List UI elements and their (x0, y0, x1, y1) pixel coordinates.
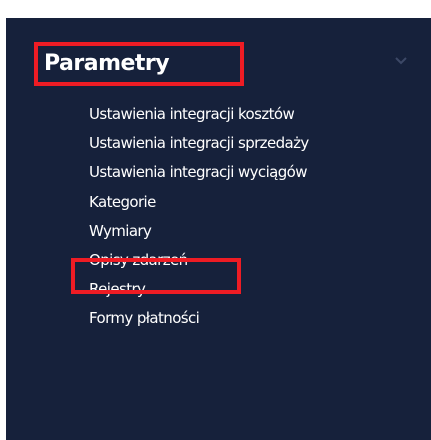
sidebar-panel: Parametry Ustawienia integracji kosztów … (6, 18, 431, 440)
section-title: Parametry (34, 42, 244, 86)
chevron-down-icon[interactable] (394, 54, 408, 68)
menu-item-formy-platnosci[interactable]: Formy płatności (89, 304, 309, 333)
menu-item-ustawienia-integracji-sprzedazy[interactable]: Ustawienia integracji sprzedaży (89, 129, 309, 158)
section-header-parametry[interactable]: Parametry (6, 24, 431, 92)
menu-item-ustawienia-integracji-wyciagow[interactable]: Ustawienia integracji wyciągów (89, 158, 309, 187)
menu-item-kategorie[interactable]: Kategorie (89, 188, 309, 217)
menu-item-rejestry[interactable]: Rejestry (89, 275, 309, 304)
submenu-list: Ustawienia integracji kosztów Ustawienia… (89, 100, 309, 334)
menu-item-ustawienia-integracji-kosztow[interactable]: Ustawienia integracji kosztów (89, 100, 309, 129)
menu-item-opisy-zdarzen[interactable]: Opisy zdarzeń (89, 246, 309, 275)
menu-item-wymiary[interactable]: Wymiary (89, 217, 309, 246)
